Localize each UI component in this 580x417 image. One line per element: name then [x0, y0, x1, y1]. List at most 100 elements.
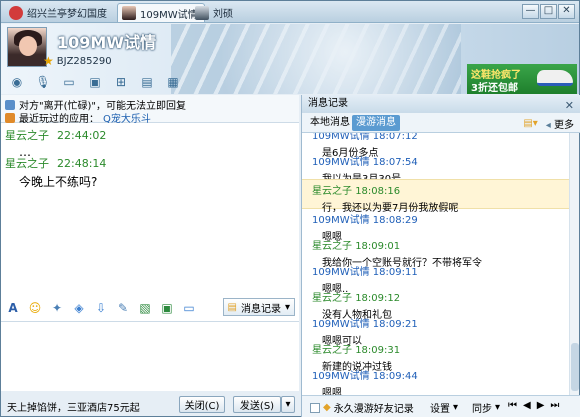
message-text: 今晚上不练吗?: [19, 175, 98, 189]
close-window-button[interactable]: ✕: [558, 4, 575, 19]
tab-local-messages[interactable]: 本地消息: [306, 115, 354, 131]
avatar[interactable]: [7, 27, 47, 67]
history-time: 18:09:12: [355, 293, 401, 304]
screen-icon[interactable]: ▤: [137, 73, 157, 91]
shoe-image: [537, 70, 573, 86]
history-panel: 消息记录 ✕ 本地消息 漫游消息 ▤▾ ◂ 更多 109MW试情 18:07:1…: [301, 95, 580, 417]
history-time: 18:09:44: [372, 371, 418, 382]
page-navigation: ⏮ ◀ ▶ ⏭: [508, 400, 559, 411]
voice-message-icon[interactable]: ⇩: [93, 300, 109, 316]
history-title: 消息记录 ✕: [302, 95, 580, 113]
scrollbar-thumb[interactable]: [571, 343, 579, 391]
star-icon: ★: [43, 54, 54, 68]
settings-dropdown[interactable]: 设置 ▾: [430, 400, 458, 415]
input-toolbar: A ☺ ✦ ◈ ⇩ ✎ ▧ ▣ ▭ ▤ 消息记录 ▾: [1, 295, 299, 321]
more-button[interactable]: ◂ 更多: [546, 116, 574, 131]
speaker-icon: ◂: [545, 120, 551, 131]
history-scrollbar[interactable]: [569, 133, 579, 395]
send-button[interactable]: 发送(S): [233, 396, 281, 413]
message-header: 星云之子 22:44:02: [5, 127, 106, 143]
add-friend-icon[interactable]: ⊞: [111, 73, 131, 91]
more-label: 更多: [554, 120, 574, 131]
history-entry: 109MW试情 18:09:44 嗯嗯: [302, 367, 570, 395]
minimize-button[interactable]: —: [522, 4, 539, 19]
history-entry: 109MW试情 18:09:21 嗯嗯可以: [302, 315, 570, 347]
history-sender: 星云之子: [312, 186, 352, 197]
tab-shaoxing[interactable]: 绍兴兰亭梦幻国度: [5, 3, 113, 22]
history-tools: ▤▾ ◂ 更多: [523, 116, 574, 131]
heart-icon: [9, 5, 23, 20]
prev-page-icon[interactable]: ◀: [523, 400, 531, 411]
close-button[interactable]: 关闭(C): [179, 396, 225, 413]
history-entry-header: 109MW试情 18:09:21: [312, 315, 570, 330]
history-time: 18:08:16: [355, 186, 401, 197]
history-time: 18:09:11: [372, 267, 418, 278]
chevron-down-icon: ▾: [495, 402, 501, 413]
history-entry-header: 109MW试情 18:09:11: [312, 263, 570, 278]
microphone-icon[interactable]: 🎙: [33, 73, 53, 91]
chat-window: 绍兴兰亭梦幻国度 109MW试情 刘硕 — □ ✕ 109MW试情 ★ BJZ2…: [0, 0, 580, 417]
next-page-icon[interactable]: ▶: [537, 400, 545, 411]
last-page-icon[interactable]: ⏭: [550, 400, 559, 411]
history-entry: 109MW试情 18:09:11 嗯嗯..: [302, 263, 570, 295]
chat-message: 星云之子 22:48:14 今晚上不练吗?: [5, 155, 106, 190]
settings-label: 设置: [430, 404, 450, 415]
remote-desktop-icon[interactable]: ▣: [85, 73, 105, 91]
contact-info: ★ BJZ285290: [43, 54, 112, 68]
history-time: 18:09:01: [355, 241, 401, 252]
screenshot-icon[interactable]: ▭: [181, 300, 197, 316]
history-tabs: 本地消息 漫游消息 ▤▾ ◂ 更多: [302, 113, 580, 133]
history-text: 嗯嗯: [322, 388, 342, 395]
sync-label: 同步: [472, 404, 492, 415]
history-entry: 星云之子 18:09:12 没有人物和礼包: [302, 289, 570, 321]
sync-dropdown[interactable]: 同步 ▾: [472, 400, 500, 415]
apps-icon[interactable]: ▦: [163, 73, 183, 91]
contact-header: 109MW试情 ★ BJZ285290 ◉ 🎙 ▭ ▣ ⊞ ▤ ▦ 这鞋抢疯了 …: [1, 24, 579, 94]
maximize-button[interactable]: □: [540, 4, 557, 19]
send-options-button[interactable]: ▾: [281, 396, 295, 413]
history-time: 18:07:54: [372, 157, 418, 168]
history-button-label: 消息记录: [240, 303, 281, 315]
message-manager-icon[interactable]: ▤▾: [523, 118, 537, 129]
avatar-face: [19, 36, 37, 56]
shake-icon[interactable]: ◈: [71, 300, 87, 316]
message-header: 星云之子 22:48:14: [5, 155, 106, 171]
history-footer: ◆ 永久漫游好友记录 设置 ▾ 同步 ▾ ⏮ ◀ ▶ ⏭: [302, 395, 580, 417]
message-input[interactable]: [1, 321, 299, 391]
file-transfer-icon[interactable]: ▭: [59, 73, 79, 91]
chevron-down-icon: ▾: [453, 402, 459, 413]
history-button[interactable]: ▤ 消息记录 ▾: [222, 298, 295, 316]
advertisement-banner[interactable]: 这鞋抢疯了 3折还包邮: [467, 64, 577, 94]
history-entry: 星云之子 18:09:31 新建的说冲过钱: [302, 341, 570, 373]
message-time: 22:44:02: [57, 129, 107, 142]
image-icon[interactable]: ▧: [137, 300, 153, 316]
tab-label: 绍兴兰亭梦幻国度: [27, 9, 107, 20]
history-sender: 109MW试情: [312, 133, 370, 142]
footer-promo[interactable]: 天上掉馅饼，三亚酒店75元起: [7, 399, 140, 414]
history-list: 109MW试情 18:07:12 是6月份多点 109MW试情 18:07:54…: [302, 133, 570, 395]
history-sender: 109MW试情: [312, 157, 370, 168]
emoji-icon[interactable]: ☺: [27, 300, 43, 316]
history-entry-header: 109MW试情 18:07:12: [312, 133, 570, 142]
tab-roam-messages[interactable]: 漫游消息: [352, 115, 400, 131]
avatar-icon: [122, 6, 136, 20]
magic-emoji-icon[interactable]: ✦: [49, 300, 65, 316]
tab-strip: 绍兴兰亭梦幻国度 109MW试情 刘硕 — □ ✕: [1, 1, 579, 23]
history-sender: 109MW试情: [312, 371, 370, 382]
ad-line2: 3折还包邮: [471, 83, 518, 94]
video-icon[interactable]: ◉: [7, 73, 27, 91]
roam-checkbox[interactable]: [310, 402, 320, 413]
history-entry-header: 星云之子 18:09:12: [312, 289, 570, 304]
edit-icon[interactable]: ✎: [115, 300, 131, 316]
contact-id: BJZ285290: [56, 55, 112, 67]
gift-icon[interactable]: ▣: [159, 300, 175, 316]
chevron-down-icon: ▾: [284, 301, 290, 313]
first-page-icon[interactable]: ⏮: [508, 400, 517, 411]
window-controls: — □ ✕: [522, 4, 575, 19]
info-icon: [5, 99, 15, 110]
font-icon[interactable]: A: [5, 300, 21, 316]
history-entry: 109MW试情 18:08:29 嗯嗯: [302, 211, 570, 243]
roam-record-option[interactable]: ◆ 永久漫游好友记录: [310, 400, 414, 415]
tab-liushuo[interactable]: 刘硕: [191, 3, 239, 22]
history-entry-header: 星云之子 18:08:16: [312, 182, 570, 197]
